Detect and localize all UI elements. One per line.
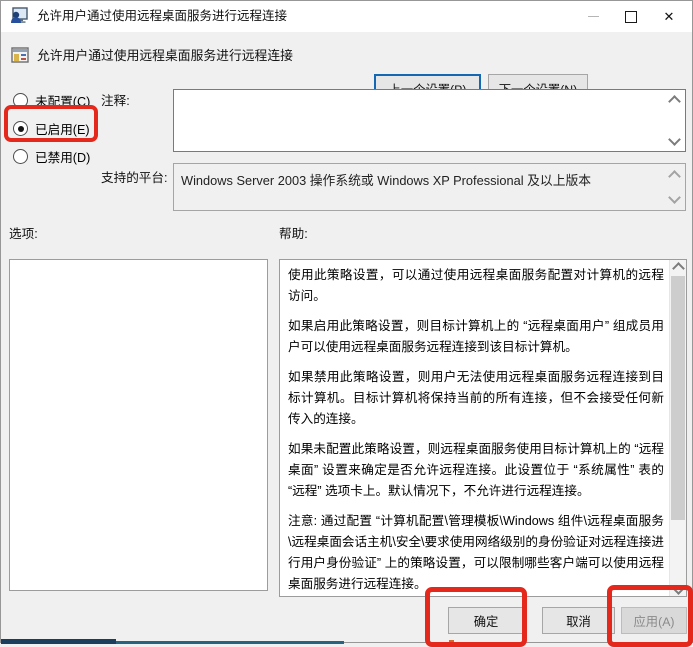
window-controls: ✕ [574,1,688,32]
help-paragraph: 如果未配置此策略设置，则远程桌面服务使用目标计算机上的 “远程桌面” 设置来确定… [288,439,664,502]
background-window-edge [1,639,116,644]
help-text: 使用此策略设置，可以通过使用远程桌面服务配置对计算机的远程访问。 如果启用此策略… [280,260,669,596]
options-label: 选项: [9,223,38,242]
help-panel: 使用此策略设置，可以通过使用远程桌面服务配置对计算机的远程访问。 如果启用此策略… [279,259,687,597]
policy-setting-icon [11,46,29,64]
window-title: 允许用户通过使用远程桌面服务进行远程连接 [37,1,287,32]
comment-label: 注释: [101,90,130,109]
ok-button[interactable]: 确定 [448,607,524,634]
background-window-edge [449,640,454,644]
comment-textbox[interactable] [173,89,686,152]
radio-label: 未配置(C) [35,91,90,110]
options-panel [9,259,268,591]
maximize-button[interactable] [612,1,650,32]
titlebar: 允许用户通过使用远程桌面服务进行远程连接 ✕ [1,1,692,32]
help-paragraph: 注意: 通过配置 “计算机配置\管理模板\Windows 组件\远程桌面服务\远… [288,511,664,595]
help-paragraph: 如果启用此策略设置，则目标计算机上的 “远程桌面用户” 组成员用户可以使用远程桌… [288,316,664,358]
radio-circle [13,149,28,164]
radio-circle [13,93,28,108]
scrollbar-thumb[interactable] [671,276,685,520]
remote-desktop-user-icon [10,7,29,26]
scroll-down-icon [668,191,681,204]
minimize-button[interactable] [574,1,612,32]
radio-label: 已禁用(D) [35,147,90,166]
setting-name: 允许用户通过使用远程桌面服务进行远程连接 [37,32,293,80]
radio-disabled[interactable]: 已禁用(D) [13,147,90,166]
minimize-icon [588,16,599,17]
apply-button: 应用(A) [621,607,687,634]
radio-label: 已启用(E) [35,119,90,138]
policy-setting-dialog: 允许用户通过使用远程桌面服务进行远程连接 ✕ 允许用户通过使用远程桌面服务进行远… [0,0,693,643]
help-label: 帮助: [279,223,308,242]
help-paragraph: 使用此策略设置，可以通过使用远程桌面服务配置对计算机的远程访问。 [288,265,664,307]
close-button[interactable]: ✕ [650,1,688,32]
help-scrollbar[interactable] [669,260,686,596]
supported-on-textbox: Windows Server 2003 操作系统或 Windows XP Pro… [173,163,686,211]
supported-on-label: 支持的平台: [101,167,167,186]
radio-enabled[interactable]: 已启用(E) [13,119,90,138]
supported-on-value: Windows Server 2003 操作系统或 Windows XP Pro… [181,173,591,188]
maximize-icon [625,11,637,23]
radio-circle [13,121,28,136]
scroll-down-button[interactable] [670,580,686,596]
radio-not-configured[interactable]: 未配置(C) [13,91,90,110]
scroll-up-icon [668,170,681,183]
help-paragraph: 如果禁用此策略设置，则用户无法使用远程桌面服务远程连接到目标计算机。目标计算机将… [288,367,664,430]
comment-input[interactable] [174,90,685,151]
scroll-up-button[interactable] [670,260,686,276]
cancel-button[interactable]: 取消 [542,607,615,634]
setting-header: 允许用户通过使用远程桌面服务进行远程连接 上一个设置(P) 下一个设置(N) [1,32,692,80]
